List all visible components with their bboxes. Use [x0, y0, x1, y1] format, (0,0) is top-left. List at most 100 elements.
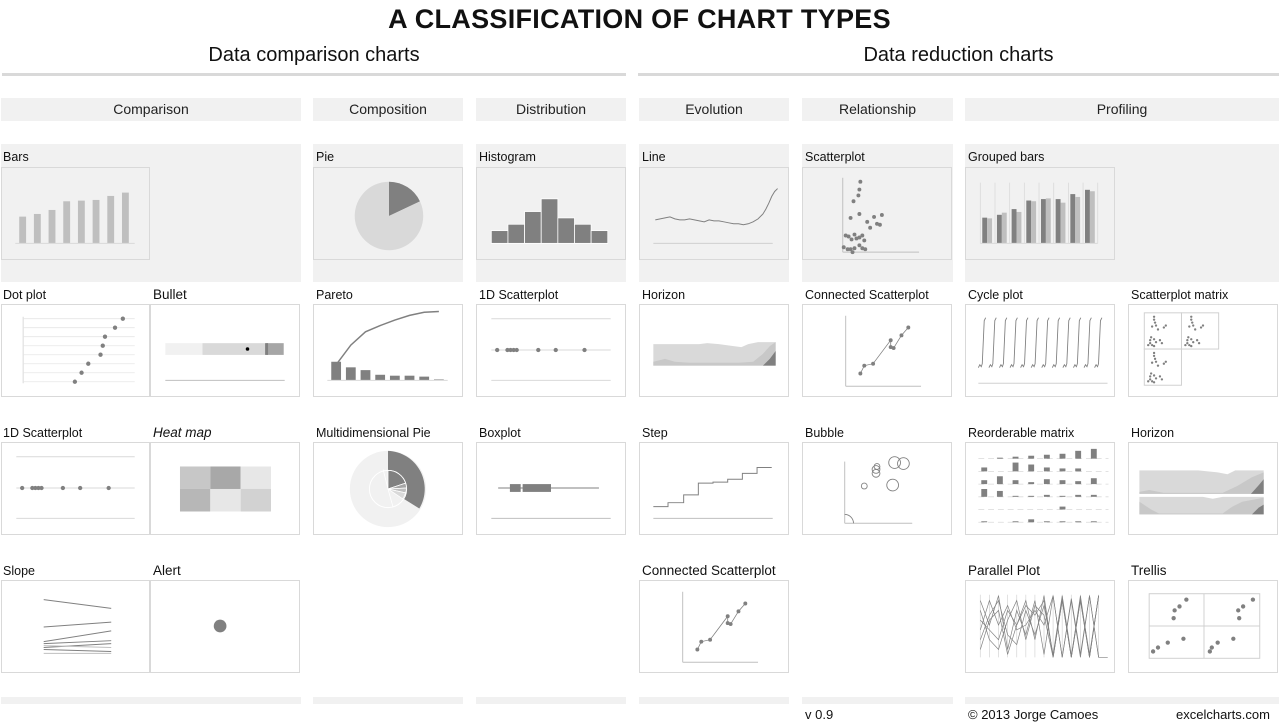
rmatrix-bar-1-6 [1075, 468, 1082, 472]
chart-alert[interactable] [150, 580, 300, 673]
site-link[interactable]: excelcharts.com [1176, 707, 1270, 722]
chart-reorderable-matrix[interactable] [965, 442, 1115, 535]
chart-histogram[interactable] [476, 167, 626, 260]
trellis-1-point-2 [1236, 608, 1241, 613]
spm-0-point-1 [1152, 318, 1156, 321]
spm-1-point-4 [1188, 325, 1191, 328]
rmatrix-bar-2-2 [1012, 480, 1019, 485]
spm-2-point-13 [1160, 378, 1164, 381]
chart-multidimensional-pie[interactable] [313, 442, 463, 535]
chart-bubble[interactable] [802, 442, 952, 535]
chart-cycle-plot[interactable] [965, 304, 1115, 397]
dot-point-4 [98, 352, 103, 357]
chart-slope[interactable] [1, 580, 150, 673]
chart-label-bars: Bars [3, 150, 29, 164]
scatter-point-23 [850, 250, 855, 255]
spm-2-point-7 [1164, 360, 1167, 363]
chart-label-boxplot: Boxplot [479, 426, 521, 440]
pareto-cumulative-line [335, 310, 439, 366]
multidimensional-pie-svg [349, 450, 427, 528]
cycle-10 [1083, 317, 1092, 368]
rmatrix-bar-0-3 [1028, 455, 1035, 459]
cycle-1 [988, 317, 997, 368]
chart-step[interactable] [639, 442, 789, 535]
spm-1-point-10 [1186, 339, 1189, 342]
spm-1-point-14 [1186, 341, 1189, 345]
cycle-4 [1020, 317, 1029, 368]
spm-2-point-11 [1154, 377, 1158, 380]
rmatrix-bar-3-2 [1012, 495, 1019, 497]
pie-chart-svg [354, 181, 424, 251]
cycle-0 [977, 317, 987, 368]
chart-label-heat-map: Heat map [153, 425, 212, 440]
bar-7 [121, 192, 129, 244]
hist-bin-2 [524, 211, 542, 244]
rmatrix-bar-2-4 [1043, 479, 1050, 485]
chart-dot-plot[interactable] [1, 304, 150, 397]
chart-boxplot[interactable] [476, 442, 626, 535]
spm-0-point-2 [1153, 321, 1157, 324]
spm-1-point-8 [1187, 336, 1190, 339]
chart-line[interactable] [639, 167, 789, 260]
rmatrix-bar-2-3 [1028, 482, 1035, 485]
1d-point-5 [60, 485, 66, 491]
step-svg [653, 466, 773, 519]
bubble-marks [844, 456, 910, 524]
chart-horizon-a[interactable] [639, 304, 789, 397]
gbar-B-1 [1001, 212, 1007, 244]
rmatrix-bar-3-5 [1059, 495, 1066, 497]
chart-1d-scatterplot-b[interactable] [1, 442, 150, 535]
chart-horizon-b[interactable] [1128, 442, 1278, 535]
group-title-comparison: Data comparison charts [208, 44, 420, 66]
bullet-range-2 [202, 343, 267, 355]
chart-connected-scatterplot-b[interactable] [639, 580, 789, 673]
rmatrix-bar-5-2 [1012, 521, 1019, 523]
chart-heat-map[interactable] [150, 442, 300, 535]
chart-pareto[interactable] [313, 304, 463, 397]
spm-1-point-17 [1190, 344, 1193, 348]
alert-dot [213, 619, 227, 633]
cycle-8 [1062, 317, 1071, 368]
gbar-A-7 [1085, 189, 1090, 244]
chart-connected-scatterplot-a[interactable] [802, 304, 952, 397]
heat-cell-1-1 [210, 488, 241, 512]
bar-2 [48, 209, 56, 244]
bubble-svg [844, 456, 913, 524]
trellis-2-point-0 [1150, 649, 1156, 654]
chart-parallel-plot[interactable] [965, 580, 1115, 673]
chart-1d-scatterplot-a[interactable] [476, 304, 626, 397]
spm-2-point-1 [1152, 354, 1156, 358]
rmatrix-bar-4-5 [1059, 506, 1066, 510]
scatterplot-chart-svg [841, 177, 920, 255]
dot-point-6 [79, 370, 84, 375]
chart-label-step: Step [642, 426, 668, 440]
category-evolution: Evolution [639, 98, 789, 121]
rmatrix-bar-2-7 [1090, 478, 1097, 485]
step-line [653, 466, 772, 508]
chart-pie[interactable] [313, 167, 463, 260]
chart-bullet[interactable] [150, 304, 300, 397]
bar-4 [77, 200, 85, 244]
cs-b-points [695, 601, 748, 652]
spm-1-point-0 [1190, 315, 1193, 318]
gbar-B-0 [987, 218, 993, 244]
chart-grouped-bars[interactable] [965, 167, 1115, 260]
chart-scatterplot-matrix[interactable] [1128, 304, 1278, 397]
hist-bin-4 [557, 217, 575, 244]
scatter-point-5 [848, 215, 853, 220]
chart-bars[interactable] [1, 167, 150, 260]
chart-label-horizon-b: Horizon [1131, 426, 1175, 440]
rmatrix-bar-0-6 [1075, 450, 1082, 459]
chart-trellis[interactable] [1128, 580, 1278, 673]
chart-label-trellis: Trellis [1131, 563, 1167, 578]
bullet-target [265, 343, 269, 355]
spm-1-point-7 [1201, 324, 1205, 327]
pareto-bar-3 [375, 374, 386, 381]
spm-1-point-5 [1193, 328, 1197, 331]
trellis-2-point-3 [1181, 636, 1186, 641]
boxplot-q1-box [509, 484, 521, 492]
scatter-point-0 [858, 179, 863, 184]
chart-label-pareto: Pareto [316, 288, 353, 302]
chart-scatterplot[interactable] [802, 167, 952, 260]
trellis-2-point-1 [1155, 645, 1161, 650]
